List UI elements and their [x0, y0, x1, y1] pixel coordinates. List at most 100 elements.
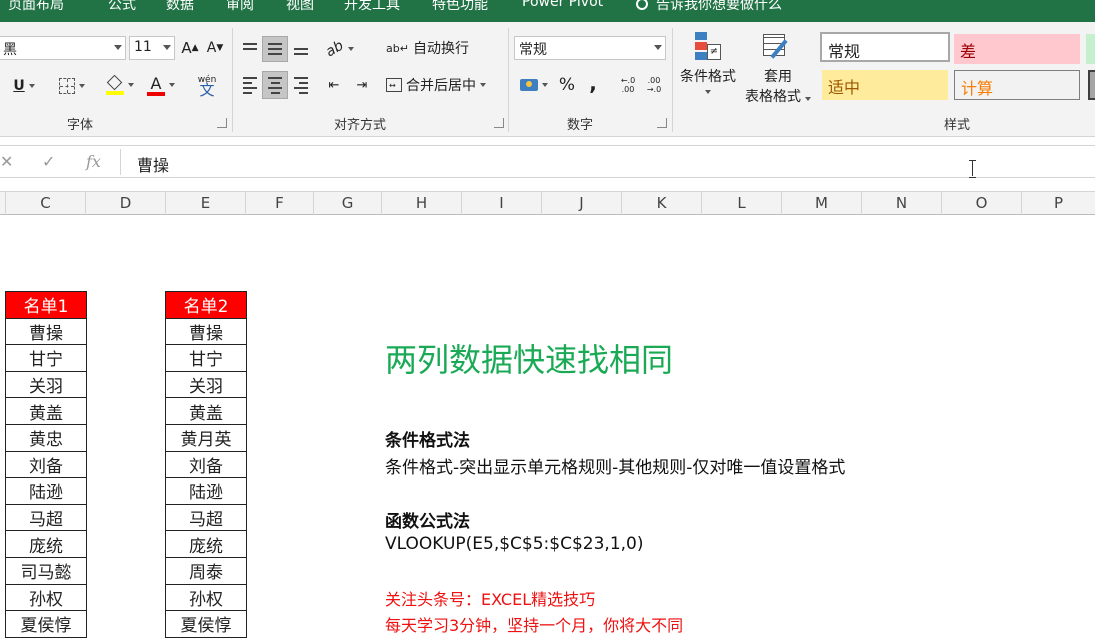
column-header-i[interactable]: I [462, 192, 542, 215]
grow-font-button[interactable]: A ▲ [179, 36, 201, 60]
list2-cell[interactable]: 刘备 [165, 450, 247, 479]
column-header-m[interactable]: M [782, 192, 862, 215]
column-headers: C D E F G H I J K L M N O P [0, 191, 1095, 215]
font-name-combo[interactable]: 黑 [0, 36, 126, 60]
confirm-icon[interactable]: ✓ [42, 152, 55, 171]
number-dialog-launcher-icon[interactable] [657, 118, 667, 128]
column-header-c[interactable]: C [6, 192, 86, 215]
shrink-font-button[interactable]: A ▼ [204, 36, 226, 60]
list2-cell[interactable]: 黄月英 [165, 423, 247, 452]
currency-icon [520, 79, 538, 91]
column-header-l[interactable]: L [702, 192, 782, 215]
style-neutral[interactable]: 适中 [822, 70, 948, 100]
style-calculation[interactable]: 计算 [954, 70, 1080, 100]
list2-cell[interactable]: 黄盖 [165, 397, 247, 425]
decrease-indent-button[interactable]: ⇤ [322, 74, 346, 96]
list1-cell[interactable]: 曹操 [5, 317, 87, 346]
tab-data[interactable]: 数据 [166, 0, 194, 14]
borders-button[interactable] [54, 74, 90, 98]
cancel-icon[interactable]: ✕ [0, 152, 13, 171]
font-color-icon: A [147, 74, 165, 96]
underline-button[interactable]: U [6, 74, 42, 98]
font-dialog-launcher-icon[interactable] [217, 118, 227, 128]
column-header-j[interactable]: J [542, 192, 622, 215]
list1-cell[interactable]: 司马懿 [5, 556, 87, 585]
column-header-g[interactable]: G [314, 192, 382, 215]
list1-cell[interactable]: 关羽 [5, 370, 87, 399]
comma-style-button[interactable]: , [584, 70, 602, 96]
list1-cell[interactable]: 夏侯惇 [5, 610, 87, 638]
decrease-decimal-button[interactable]: .00 →.0 [642, 72, 666, 98]
list1-table: 名单1 曹操 甘宁 关羽 黄盖 黄忠 刘备 陆逊 马超 庞统 司马懿 孙权 夏侯… [5, 291, 87, 638]
tab-developer[interactable]: 开发工具 [344, 0, 400, 14]
phonetic-button[interactable]: wén 文 [188, 70, 226, 100]
style-check-cell[interactable] [1088, 70, 1095, 100]
style-bad[interactable]: 差 [954, 34, 1080, 64]
merge-center-button[interactable]: ↔ 合并后居中 [386, 72, 506, 98]
list1-cell[interactable]: 陆逊 [5, 477, 87, 505]
column-header-e[interactable]: E [166, 192, 246, 215]
align-right-button[interactable] [290, 74, 312, 96]
list1-cell[interactable]: 刘备 [5, 450, 87, 479]
alignment-dialog-launcher-icon[interactable] [494, 118, 504, 128]
lightbulb-icon [636, 0, 648, 10]
list1-cell[interactable]: 黄盖 [5, 397, 87, 425]
chevron-down-icon [114, 45, 122, 50]
column-header-k[interactable]: K [622, 192, 702, 215]
tab-review[interactable]: 审阅 [226, 0, 254, 14]
style-good[interactable] [1086, 34, 1095, 64]
list2-cell[interactable]: 甘宁 [165, 344, 247, 372]
increase-indent-button[interactable]: ⇥ [350, 74, 374, 96]
align-top-button[interactable] [239, 38, 261, 60]
list2-cell[interactable]: 庞统 [165, 530, 247, 558]
align-middle-button[interactable] [262, 36, 288, 62]
column-header-h[interactable]: H [382, 192, 462, 215]
list2-cell[interactable]: 孙权 [165, 583, 247, 612]
column-header-o[interactable]: O [942, 192, 1022, 215]
tell-me-search[interactable]: 告诉我你想要做什么 [636, 0, 782, 14]
tab-special[interactable]: 特色功能 [432, 0, 488, 14]
orientation-button[interactable]: ab [322, 38, 358, 60]
list2-cell[interactable]: 曹操 [165, 317, 247, 346]
align-bottom-button[interactable] [290, 38, 312, 60]
column-header-p[interactable]: P [1022, 192, 1095, 215]
list2-header[interactable]: 名单2 [165, 291, 247, 319]
percent-button[interactable]: % [556, 72, 578, 98]
list1-cell[interactable]: 黄忠 [5, 423, 87, 452]
currency-button[interactable] [516, 72, 552, 98]
align-left-button[interactable] [239, 74, 261, 96]
format-as-table-button[interactable]: 套用 表格格式 [740, 30, 816, 106]
column-header-n[interactable]: N [862, 192, 942, 215]
style-normal[interactable]: 常规 [820, 32, 950, 62]
list2-cell[interactable]: 马超 [165, 503, 247, 532]
list2-cell[interactable]: 夏侯惇 [165, 610, 247, 638]
column-header-d[interactable]: D [86, 192, 166, 215]
column-header-f[interactable]: F [246, 192, 314, 215]
font-color-button[interactable]: A [142, 72, 180, 98]
list1-cell[interactable]: 孙权 [5, 583, 87, 612]
align-top-icon [243, 43, 257, 55]
method1-text: 条件格式-突出显示单元格规则-其他规则-仅对唯一值设置格式 [385, 458, 846, 478]
list2-cell[interactable]: 陆逊 [165, 477, 247, 505]
align-center-button[interactable] [262, 71, 288, 99]
list1-cell[interactable]: 庞统 [5, 530, 87, 558]
wrap-text-button[interactable]: ab↵ 自动换行 [386, 36, 472, 60]
tab-power-pivot[interactable]: Power Pivot [522, 0, 603, 10]
font-size-combo[interactable]: 11 [129, 36, 175, 60]
formula-input[interactable]: 曹操 [137, 152, 169, 176]
list1-cell[interactable]: 甘宁 [5, 344, 87, 372]
list1-header[interactable]: 名单1 [5, 291, 87, 319]
insert-function-icon[interactable]: fx [86, 152, 101, 171]
tab-view[interactable]: 视图 [286, 0, 314, 14]
tab-page-layout[interactable]: 页面布局 [8, 0, 64, 14]
number-format-combo[interactable]: 常规 [514, 36, 666, 60]
conditional-format-icon: ≠ [695, 32, 721, 62]
increase-decimal-button[interactable]: ←.0 .00 [616, 72, 640, 98]
list2-cell[interactable]: 关羽 [165, 370, 247, 399]
fill-color-button[interactable] [100, 72, 140, 98]
text-cursor-icon [969, 160, 977, 178]
list2-cell[interactable]: 周泰 [165, 556, 247, 585]
conditional-format-button[interactable]: ≠ 条件格式 [676, 30, 740, 106]
tab-formulas[interactable]: 公式 [108, 0, 136, 14]
list1-cell[interactable]: 马超 [5, 503, 87, 532]
